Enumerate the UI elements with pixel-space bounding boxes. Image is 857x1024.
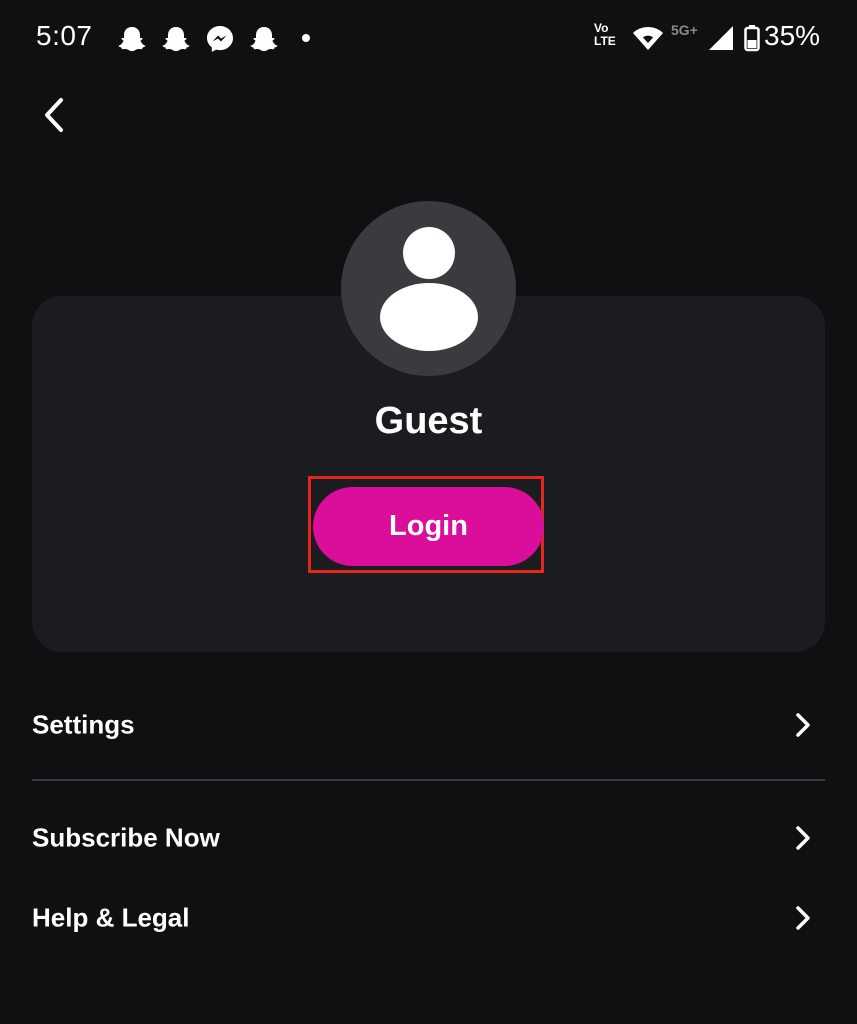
signal-icon — [709, 26, 733, 50]
more-notifications-dot — [302, 34, 310, 42]
wifi-icon — [633, 27, 663, 50]
snapchat-icon — [250, 27, 278, 52]
menu-item-settings[interactable]: Settings — [32, 690, 825, 760]
status-time: 5:07 — [36, 20, 93, 51]
status-bar: 5:07 Vo LTE 5G+ 35% — [0, 0, 857, 78]
menu-item-label: Help & Legal — [32, 902, 190, 933]
chevron-left-icon — [45, 98, 63, 132]
menu-item-subscribe-now[interactable]: Subscribe Now — [32, 803, 825, 873]
menu-item-label: Subscribe Now — [32, 822, 220, 853]
battery-icon — [744, 25, 760, 52]
login-button[interactable]: Login — [313, 487, 544, 566]
profile-name: Guest — [374, 400, 483, 442]
user-avatar-icon — [380, 227, 478, 351]
menu-item-label: Settings — [32, 709, 135, 740]
back-button[interactable] — [30, 90, 80, 140]
messenger-icon — [207, 26, 233, 52]
divider — [32, 779, 825, 781]
volte-indicator: Vo LTE — [594, 21, 616, 48]
avatar — [341, 201, 516, 376]
menu-item-help-legal[interactable]: Help & Legal — [32, 883, 825, 953]
chevron-right-icon — [796, 906, 810, 930]
chevron-right-icon — [796, 713, 810, 737]
account-screen: 5:07 Vo LTE 5G+ 35% Guest Login Settings… — [0, 0, 857, 1024]
battery-percent: 35% — [764, 20, 821, 51]
network-type: 5G+ — [671, 22, 698, 38]
chevron-right-icon — [796, 826, 810, 850]
snapchat-icon — [118, 27, 146, 52]
snapchat-icon — [162, 27, 190, 52]
